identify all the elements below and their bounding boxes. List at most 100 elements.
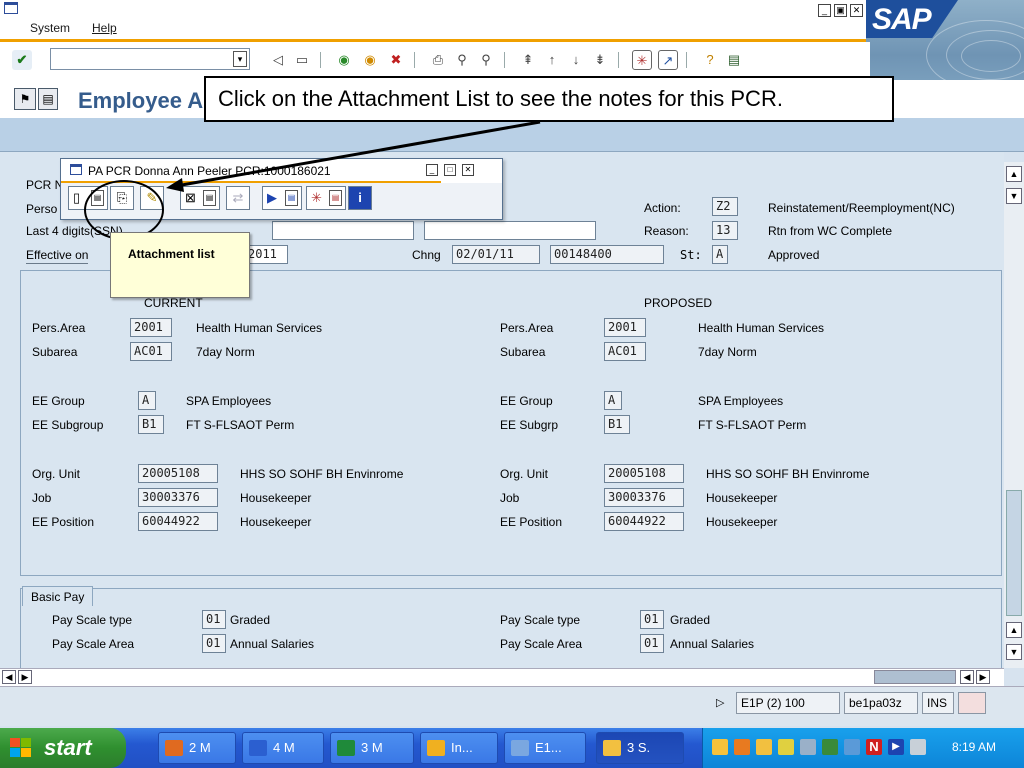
close-icon[interactable]: ✕ [850,4,863,17]
cur-job-text: Housekeeper [240,491,312,505]
popup-close-icon[interactable]: ✕ [462,164,474,176]
status-expand-icon[interactable]: ▷ [716,696,724,709]
cur-org-unit-text: HHS SO SOHF BH Envinrome [240,467,404,481]
command-dropdown-icon[interactable]: ▾ [233,51,247,67]
prop-pers-area-code: 2001 [604,318,646,337]
horizontal-scroll-thumb[interactable] [874,670,956,684]
tooltip [110,232,250,298]
next-page-icon[interactable]: ↓ [566,50,586,70]
scroll-page-down-icon[interactable]: ▼ [1006,644,1022,660]
cur-subarea-label: Subarea [32,345,78,359]
save-icon[interactable]: ▭ [292,50,312,70]
scroll-right-icon-2[interactable]: ▶ [976,670,990,684]
tray-folder-icon[interactable] [756,739,772,755]
scroll-up-icon[interactable]: ▲ [1006,166,1022,182]
tray-sound-icon[interactable] [800,739,816,755]
personnel-label: Perso [26,202,58,216]
effective-label: Effective on [26,248,89,264]
restore-icon[interactable]: ▣ [834,4,847,17]
command-field[interactable]: ▾ [50,48,250,70]
scroll-down-icon[interactable]: ▼ [1006,188,1022,204]
status-label: St: [680,248,702,262]
menu-system[interactable]: System [30,21,70,35]
menu-help[interactable]: Help [92,21,117,35]
cur-ee-group-text: SPA Employees [186,394,272,408]
scroll-left-icon-2[interactable]: ◀ [960,670,974,684]
tray-tool-icon[interactable] [778,739,794,755]
page-title: Employee A [78,88,204,113]
help-icon[interactable]: ? [700,50,720,70]
mail-icon[interactable] [712,739,728,755]
cur-org-unit-label: Org. Unit [32,467,81,481]
vertical-scroll-thumb[interactable] [1006,490,1022,616]
basic-pay-tab[interactable]: Basic Pay [22,586,94,606]
cur-subarea-code: AC01 [130,342,172,361]
back-arrow-icon[interactable]: ◁ [268,50,288,70]
workflow-button[interactable]: ⇄ [226,186,250,210]
find-next-icon[interactable]: ⚲ [476,50,496,70]
reason-text: Rtn from WC Complete [768,224,893,238]
cancel-icon[interactable]: ✖ [386,50,406,70]
scroll-right-icon[interactable]: ▶ [18,670,32,684]
windows-flag-icon [10,738,32,758]
tray-play-icon[interactable]: ▶ [888,739,904,755]
scroll-left-icon[interactable]: ◀ [2,670,16,684]
system-menu-icon[interactable] [4,2,18,14]
new-session-icon[interactable]: ✳ [632,50,652,70]
play-dropdown-icon[interactable]: ▤ [285,190,298,206]
task-excel[interactable]: 3 M [330,732,414,764]
pcr-icon[interactable]: ⚑ [14,88,36,110]
prop-pay-scale-type-code: 01 [640,610,664,629]
popup-maximize-icon[interactable]: □ [444,164,456,176]
action-text: Reinstatement/Reemployment(NC) [768,201,955,215]
folder-icon [603,740,621,756]
cur-job-code: 30003376 [138,488,218,507]
tray-calendar-icon[interactable] [734,739,750,755]
cur-ee-position-label: EE Position [32,515,95,529]
prop-pay-scale-type-label: Pay Scale type [500,613,581,627]
prop-subarea-label: Subarea [500,345,546,359]
popup-system-icon[interactable] [70,164,82,175]
task-word[interactable]: 4 M [242,732,324,764]
send-dropdown-icon[interactable]: ▤ [203,190,216,206]
previous-page-icon[interactable]: ↑ [542,50,562,70]
horizontal-scrollbar[interactable] [0,668,1004,686]
play-button[interactable]: ▶ ▤ [262,186,302,210]
title-dropdown-icon[interactable]: ▤ [38,88,58,110]
start-label[interactable]: start [44,735,92,761]
tray-safely-remove-icon[interactable] [910,739,926,755]
minimize-icon[interactable]: _ [818,4,831,17]
scroll-page-up-icon[interactable]: ▲ [1006,622,1022,638]
cur-ee-subgroup-text: FT S-FLSAOT Perm [186,418,295,432]
find-icon[interactable]: ⚲ [452,50,472,70]
last-page-icon[interactable]: ⇟ [590,50,610,70]
name-field-2[interactable] [424,221,596,240]
first-page-icon[interactable]: ⇞ [518,50,538,70]
enter-icon[interactable]: ✔ [12,50,32,70]
tray-network-icon[interactable] [822,739,838,755]
application-toolbar [0,118,1024,152]
tools-dropdown-icon[interactable]: ▤ [329,190,342,206]
task-sap-sessions[interactable]: 3 S. [596,732,684,764]
tray-n-icon[interactable]: N [866,739,882,755]
print-icon[interactable]: ⎙ [428,50,448,70]
info-icon[interactable]: i [348,186,372,210]
prop-subarea-code: AC01 [604,342,646,361]
name-field[interactable] [272,221,414,240]
popup-minimize-icon[interactable]: _ [426,164,438,176]
back-icon[interactable]: ◉ [334,50,354,70]
send-button[interactable]: ⊠ ▤ [180,186,220,210]
task-outlook[interactable]: 2 M [158,732,236,764]
tools-button[interactable]: ✳ ▤ [306,186,346,210]
exit-icon[interactable]: ◉ [360,50,380,70]
layout-menu-icon[interactable]: ▤ [724,50,744,70]
effective-date-field[interactable]: 2011 [244,245,288,264]
task-inbox[interactable]: In... [420,732,498,764]
task-e1p[interactable]: E1... [504,732,586,764]
status-system[interactable]: E1P (2) 100 [736,692,840,714]
status-server: be1pa03z [844,692,918,714]
prop-subarea-text: 7day Norm [698,345,757,359]
prop-ee-subgroup-label: EE Subgrp [500,418,559,432]
shortcut-icon[interactable]: ↗ [658,50,678,70]
tray-monitor-icon[interactable] [844,739,860,755]
